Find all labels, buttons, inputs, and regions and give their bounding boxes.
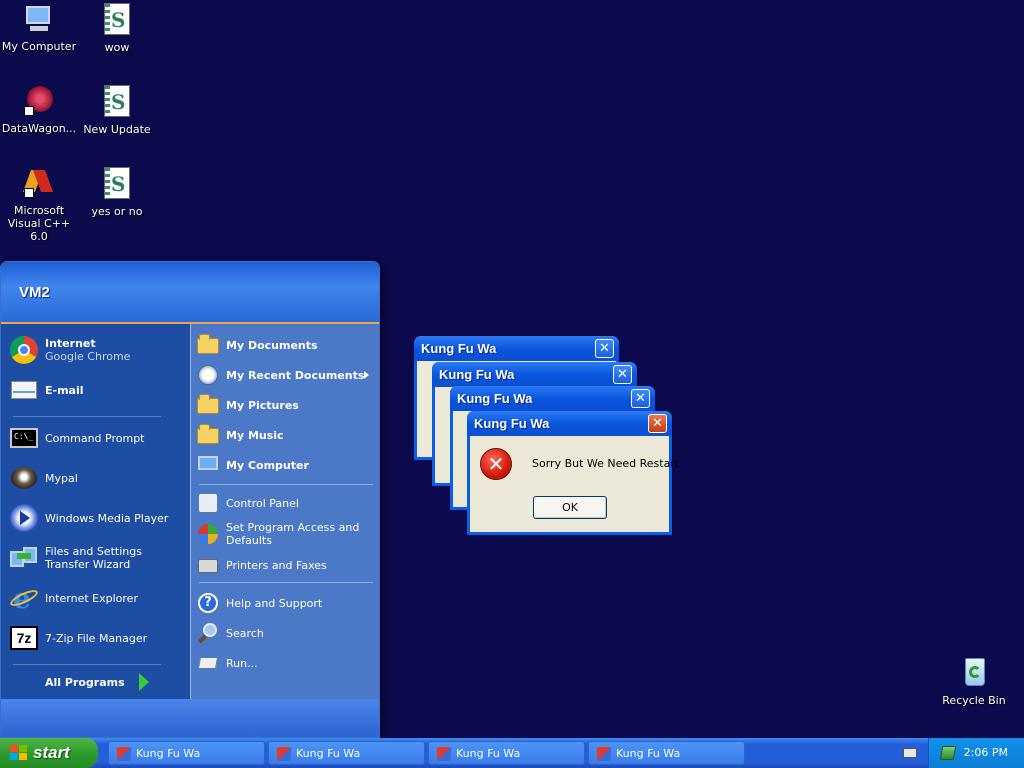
places-printers-faxes[interactable]: Printers and Faxes [197,552,377,578]
search-icon [197,622,219,644]
places-control-panel[interactable]: Control Panel [197,490,377,516]
error-dialog-4[interactable]: Kung Fu Wa ✕ ✕ Sorry But We Need Restart… [467,411,679,535]
kung-fu-app-icon [597,747,611,761]
recycle-bin-icon [957,656,991,690]
taskbar-button[interactable]: Kung Fu Wa [108,741,265,765]
transfer-wizard-icon [9,543,39,573]
printer-icon [197,554,219,576]
desktop-icon-wow[interactable]: wow [78,2,156,54]
ok-button[interactable]: OK [533,496,607,519]
clock[interactable]: 2:06 PM [964,746,1008,759]
folder-icon [197,334,219,356]
desktop-icon-new-update[interactable]: New Update [78,84,156,136]
desktop-icon-recycle-bin[interactable]: Recycle Bin [935,656,1013,707]
taskbar-button[interactable]: Kung Fu Wa [428,741,585,765]
kung-fu-app-icon [437,747,451,761]
places-search[interactable]: Search [197,620,377,646]
script-file-icon [100,85,134,119]
places-my-recent-documents[interactable]: My Recent Documents [197,362,377,388]
media-player-icon [9,503,39,533]
recent-command-prompt[interactable]: C:\_ Command Prompt [9,420,185,456]
recent-files-settings-transfer[interactable]: Files and Settings Transfer Wizard [9,540,185,576]
places-my-documents[interactable]: My Documents [197,332,377,358]
places-my-computer[interactable]: My Computer [197,452,377,478]
computer-icon [22,2,56,36]
recent-windows-media-player[interactable]: Windows Media Player [9,500,185,536]
dialog-titlebar[interactable]: Kung Fu Wa ✕ [467,411,672,436]
dialog-titlebar[interactable]: Kung Fu Wa ✕ [450,386,655,411]
computer-icon [197,454,219,476]
green-arrow-icon [138,673,149,691]
dialog-titlebar[interactable]: Kung Fu Wa ✕ [414,336,619,361]
email-icon [9,375,39,405]
kung-fu-app-icon [277,747,291,761]
recent-internet-explorer[interactable]: e Internet Explorer [8,580,185,616]
close-icon[interactable]: ✕ [613,365,632,384]
internet-explorer-icon: e [8,583,40,613]
places-set-program-access[interactable]: Set Program Access and Defaults [197,518,377,550]
chrome-icon [9,335,39,365]
mypal-icon [9,463,39,493]
system-tray: 2:06 PM [928,738,1024,768]
dialog-message: Sorry But We Need Restart [532,457,680,470]
taskbar-button[interactable]: Kung Fu Wa [268,741,425,765]
pinned-internet[interactable]: Internet Google Chrome [9,332,185,368]
dialog-titlebar[interactable]: Kung Fu Wa ✕ [432,362,637,387]
pictures-folder-icon [197,394,219,416]
start-menu-right-pane: My Documents My Recent Documents My Pict… [191,324,379,699]
start-menu-left-pane: Internet Google Chrome E-mail C:\_ Comman… [1,324,191,699]
desktop-icon-visual-cpp[interactable]: Microsoft Visual C++ 6.0 [0,166,78,243]
places-my-pictures[interactable]: My Pictures [197,392,377,418]
script-file-icon [100,3,134,37]
desktop-icon-datawagon[interactable]: DataWagon... [0,84,78,135]
recent-documents-icon [197,364,219,386]
keyboard-icon[interactable] [903,748,917,758]
recent-7zip[interactable]: 7z 7-Zip File Manager [9,620,185,656]
pinned-email[interactable]: E-mail [9,372,185,408]
places-run[interactable]: Run... [197,650,377,676]
start-menu-header: VM2 [1,262,379,324]
music-folder-icon [197,424,219,446]
all-programs[interactable]: All Programs [45,664,155,700]
run-icon [197,652,219,674]
close-icon[interactable]: ✕ [648,414,667,433]
user-name: VM2 [19,284,50,301]
program-access-icon [197,523,219,545]
separator [199,582,373,583]
start-menu-footer [1,699,379,737]
close-icon[interactable]: ✕ [595,339,614,358]
recent-mypal[interactable]: Mypal [9,460,185,496]
7zip-icon: 7z [9,623,39,653]
places-my-music[interactable]: My Music [197,422,377,448]
visual-cpp-icon [22,166,56,200]
start-menu: VM2 Internet Google Chrome E-mail C:\_ Co… [0,261,380,738]
desktop-icon-my-computer[interactable]: My Computer [0,2,78,53]
taskbar: start Kung Fu Wa Kung Fu Wa Kung Fu Wa K… [0,738,1024,768]
windows-flag-icon [10,745,28,761]
help-icon: ? [197,592,219,614]
datawagon-icon [22,84,56,118]
script-file-icon [100,167,134,201]
submenu-arrow-icon [364,371,369,379]
close-icon[interactable]: ✕ [631,389,650,408]
start-button[interactable]: start [0,738,98,768]
separator [13,416,161,417]
command-prompt-icon: C:\_ [9,423,39,453]
error-icon: ✕ [480,448,512,480]
kung-fu-app-icon [117,747,131,761]
separator [199,484,373,485]
desktop-icon-yes-or-no[interactable]: yes or no [78,166,156,218]
control-panel-icon [197,492,219,514]
taskbar-button[interactable]: Kung Fu Wa [588,741,745,765]
network-icon[interactable] [939,746,957,760]
places-help-support[interactable]: ? Help and Support [197,590,377,616]
